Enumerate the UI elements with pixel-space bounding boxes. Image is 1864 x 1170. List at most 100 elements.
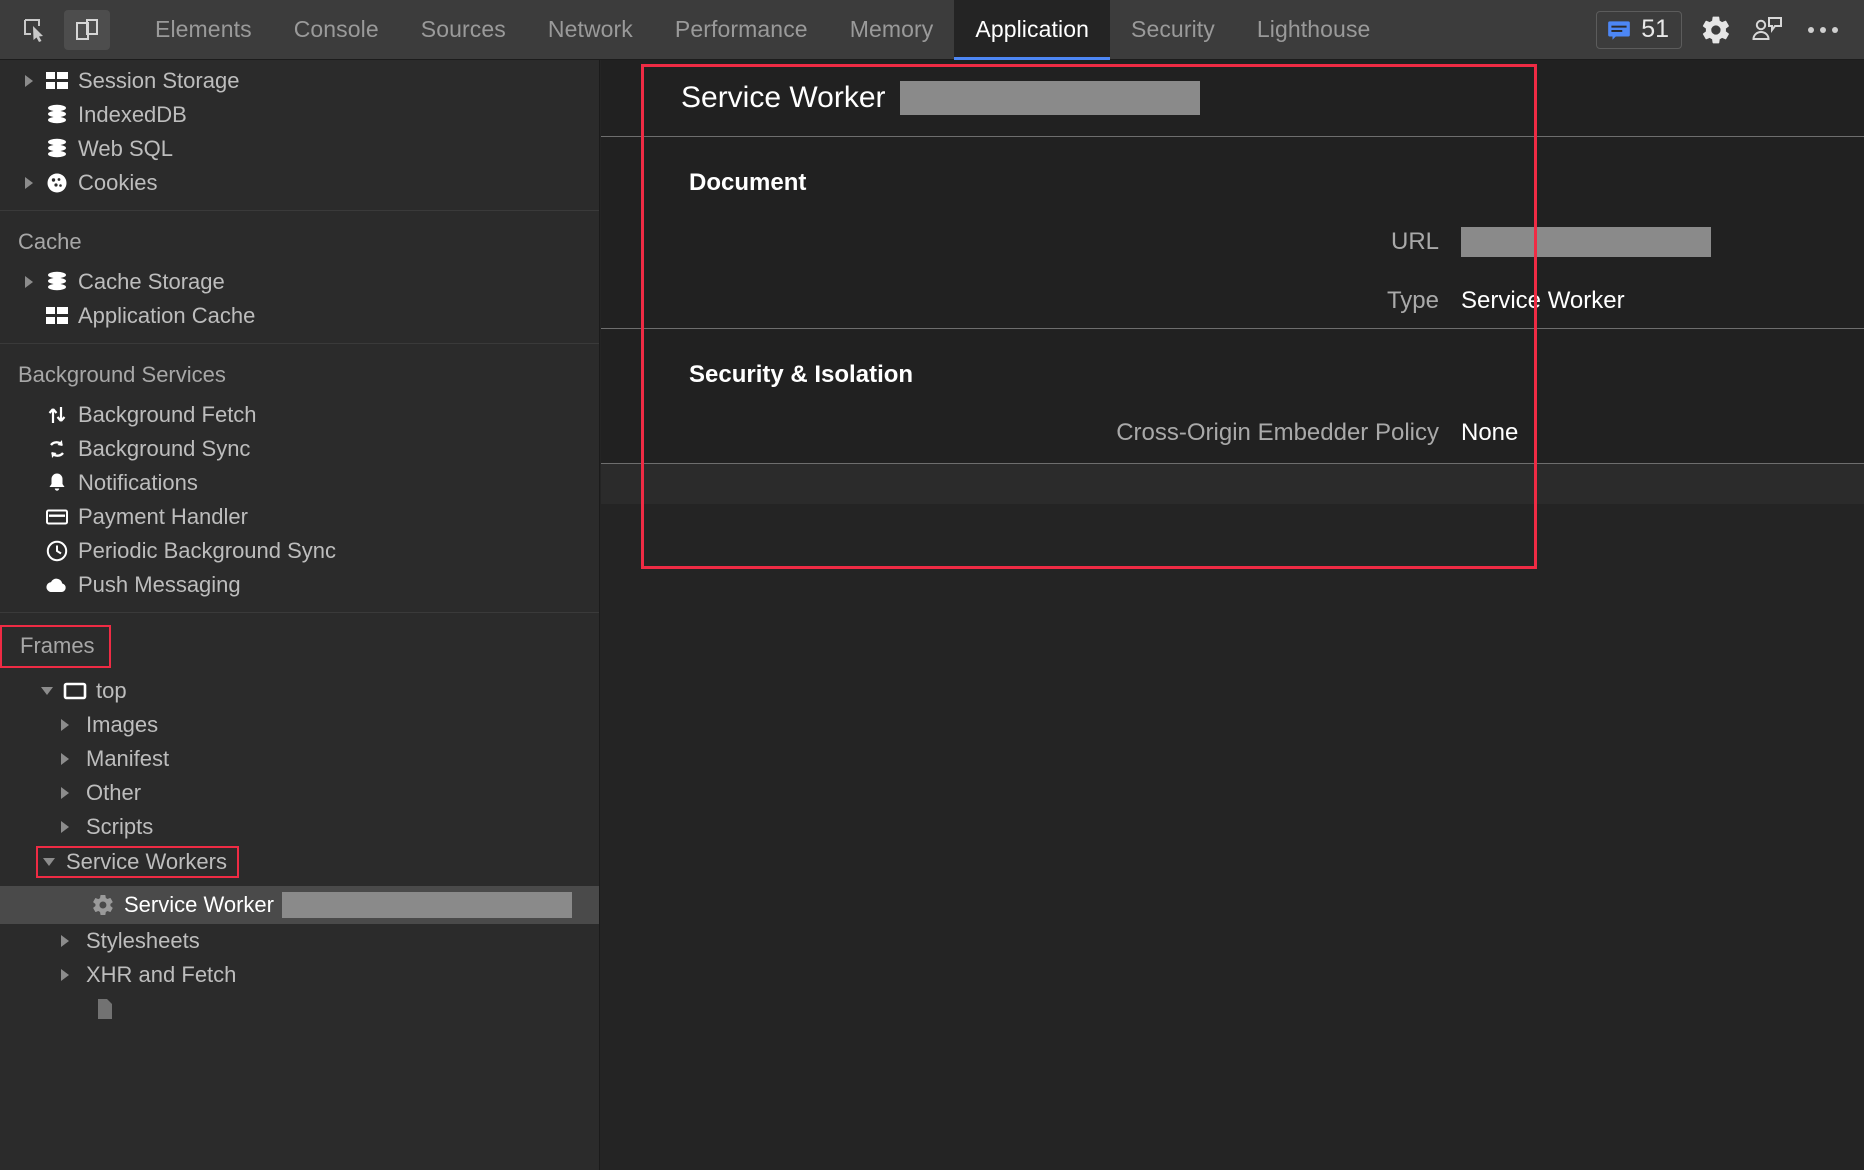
sidebar-item-other[interactable]: Other	[0, 776, 599, 810]
table-storage-icon	[40, 305, 74, 327]
toolbar-left-buttons	[0, 9, 110, 50]
tab-memory[interactable]: Memory	[829, 0, 955, 60]
sidebar-item-label: Notifications	[78, 470, 198, 495]
chevron-right-icon[interactable]	[54, 787, 76, 799]
document-section: Document URL Type Service Worker	[601, 137, 1864, 329]
chevron-right-icon[interactable]	[54, 821, 76, 833]
chevron-right-icon[interactable]	[18, 177, 40, 189]
sidebar-item-cache-storage[interactable]: Cache Storage	[0, 265, 599, 299]
sidebar-item-scripts[interactable]: Scripts	[0, 810, 599, 844]
sidebar-item-label: Background Fetch	[78, 402, 257, 427]
sidebar-item-label: Images	[86, 712, 159, 737]
chevron-placeholder	[18, 579, 40, 591]
sidebar-item-label: Service Workers	[66, 849, 227, 874]
chevron-down-icon[interactable]	[38, 858, 60, 866]
chevron-right-icon[interactable]	[54, 753, 76, 765]
cookie-icon	[40, 171, 74, 195]
sidebar-cache-group: Cache Cache Storage Application Cache	[0, 211, 599, 344]
url-label: URL	[1390, 228, 1439, 255]
database-icon	[40, 103, 74, 127]
dot	[1808, 26, 1814, 33]
sidebar-item-notifications[interactable]: Notifications	[0, 466, 599, 500]
sidebar-item-manifest[interactable]: Manifest	[0, 742, 599, 776]
sidebar-group-title-cache: Cache	[18, 229, 82, 254]
chevron-placeholder	[18, 511, 40, 523]
sidebar-item-xhr-and-fetch[interactable]: XHR and Fetch	[0, 958, 599, 992]
cloud-icon	[40, 575, 74, 595]
sidebar-item-label: Cache Storage	[78, 269, 225, 294]
sidebar-item-service-worker-selected[interactable]: Service Worker	[0, 886, 599, 924]
sidebar-item-frame-top[interactable]: top	[0, 674, 599, 708]
sidebar-item-images[interactable]: Images	[0, 708, 599, 742]
credit-card-icon	[40, 505, 74, 529]
coep-label: Cross-Origin Embedder Policy	[1116, 419, 1439, 446]
sidebar-item-label: Session Storage	[78, 68, 240, 93]
sidebar-item-periodic-background-sync[interactable]: Periodic Background Sync	[0, 534, 599, 568]
chevron-placeholder	[18, 443, 40, 455]
chevron-right-icon[interactable]	[18, 75, 40, 87]
tab-sources[interactable]: Sources	[400, 0, 527, 60]
message-count-badge[interactable]: 51	[1596, 10, 1682, 49]
sidebar-item-stylesheets[interactable]: Stylesheets	[0, 924, 599, 958]
coep-value: None	[1461, 419, 1519, 446]
sidebar-item-label: Cookies	[78, 170, 158, 195]
sidebar-item-label: Stylesheets	[86, 928, 200, 953]
toolbar-right-buttons: 51	[1596, 10, 1864, 49]
sidebar-group-title-background-services: Background Services	[18, 362, 226, 387]
dot	[1832, 26, 1838, 33]
sidebar-item-label: Push Messaging	[78, 572, 241, 597]
sidebar-item-label: Web SQL	[78, 136, 173, 161]
dot	[1820, 26, 1826, 33]
chevron-right-icon[interactable]	[54, 719, 76, 731]
sidebar-item-session-storage[interactable]: Session Storage	[0, 64, 599, 98]
sidebar-item-service-workers[interactable]: Service Workers	[36, 846, 239, 878]
feedback-person-icon[interactable]	[1750, 15, 1784, 45]
inspect-cursor-icon[interactable]	[12, 10, 58, 50]
chevron-right-icon[interactable]	[54, 935, 76, 947]
database-icon	[40, 137, 74, 161]
sidebar-item-application-cache[interactable]: Application Cache	[0, 299, 599, 333]
tab-application[interactable]: Application	[954, 0, 1110, 60]
sidebar-item-label: Application Cache	[78, 303, 256, 328]
sidebar-item-label: Periodic Background Sync	[78, 538, 337, 563]
sidebar-item-label: Service Worker	[124, 892, 274, 917]
tab-lighthouse[interactable]: Lighthouse	[1236, 0, 1392, 60]
security-isolation-section: Security & Isolation Cross-Origin Embedd…	[601, 329, 1864, 464]
tab-console[interactable]: Console	[273, 0, 400, 60]
tab-network[interactable]: Network	[527, 0, 654, 60]
panel-tabs: Elements Console Sources Network Perform…	[134, 0, 1391, 60]
sidebar-item-payment-handler[interactable]: Payment Handler	[0, 500, 599, 534]
chevron-placeholder	[18, 143, 40, 155]
sidebar-item-label: IndexedDB	[78, 102, 187, 127]
chevron-down-icon[interactable]	[36, 687, 58, 695]
redacted-service-worker-url	[281, 892, 572, 918]
message-icon	[1608, 20, 1631, 40]
tab-performance[interactable]: Performance	[654, 0, 829, 60]
sidebar-item-label: Payment Handler	[78, 504, 248, 529]
devtools-toolbar: Elements Console Sources Network Perform…	[0, 0, 1864, 60]
sidebar-item-background-sync[interactable]: Background Sync	[0, 432, 599, 466]
tab-elements[interactable]: Elements	[134, 0, 273, 60]
more-options-icon[interactable]	[1802, 26, 1844, 33]
gear-icon[interactable]	[1700, 14, 1732, 46]
chevron-right-icon[interactable]	[54, 969, 76, 981]
sidebar-item-web-sql[interactable]: Web SQL	[0, 132, 599, 166]
sync-icon	[40, 437, 74, 461]
sidebar-item-indexeddb[interactable]: IndexedDB	[0, 98, 599, 132]
application-sidebar[interactable]: Session Storage IndexedDB Web SQL Cookie…	[0, 60, 600, 1170]
sidebar-item-label: top	[96, 678, 127, 703]
sidebar-background-services-group: Background Services Background Fetch Bac…	[0, 344, 599, 613]
sidebar-item-background-fetch[interactable]: Background Fetch	[0, 398, 599, 432]
tab-security[interactable]: Security	[1110, 0, 1236, 60]
sidebar-item-label: Background Sync	[78, 436, 251, 461]
sidebar-item-document-partial[interactable]	[0, 992, 599, 1026]
sidebar-item-cookies[interactable]: Cookies	[0, 166, 599, 200]
chevron-right-icon[interactable]	[18, 276, 40, 288]
sidebar-item-label: Other	[86, 780, 142, 805]
panel-empty-band	[601, 464, 1864, 504]
coep-row: Cross-Origin Embedder Policy None	[601, 419, 1864, 447]
sidebar-item-label: XHR and Fetch	[86, 962, 237, 987]
device-toolbar-icon[interactable]	[64, 9, 110, 50]
page-title: Service Worker	[681, 81, 886, 114]
sidebar-item-push-messaging[interactable]: Push Messaging	[0, 568, 599, 602]
